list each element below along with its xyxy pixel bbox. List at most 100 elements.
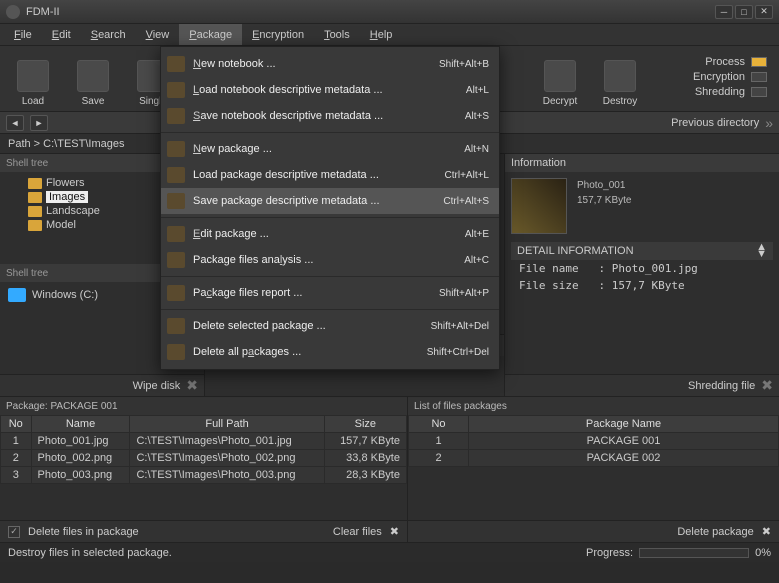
menu-search[interactable]: Search [81, 24, 136, 45]
close-button[interactable]: ✕ [755, 5, 773, 19]
col-header[interactable]: No [409, 416, 469, 433]
col-header[interactable]: Size [324, 416, 406, 433]
menu-view[interactable]: View [136, 24, 180, 45]
statusbar: Destroy files in selected package. Progr… [0, 542, 779, 562]
previous-directory-chevron-icon[interactable]: » [765, 115, 773, 131]
delete-files-checkbox[interactable]: ✓ [8, 526, 20, 538]
delete-package-label[interactable]: Delete package [677, 526, 753, 538]
menu-item[interactable]: New package ... Alt+N [161, 136, 499, 162]
menu-item-icon [167, 82, 185, 98]
clear-files-icon[interactable]: ✖ [390, 525, 399, 538]
bottom-tables: Package: PACKAGE 001 NoNameFull PathSize… [0, 396, 779, 542]
menu-item[interactable]: Save package descriptive metadata ...Ctr… [161, 188, 499, 214]
package-menu-dropdown: New notebook ... Shift+Alt+B Load notebook… [160, 46, 500, 370]
status-swatch-icon [751, 87, 767, 97]
col-header[interactable]: No [1, 416, 32, 433]
status-process: Process [705, 56, 767, 68]
Destroy-button[interactable]: Destroy [593, 51, 647, 107]
shredding-icon[interactable]: ✖ [761, 377, 773, 394]
folder-icon [28, 220, 42, 231]
menu-item-label: Package files analysis ... [193, 254, 456, 266]
package-list-panel: List of files packages NoPackage Name1PA… [408, 397, 779, 542]
col-header[interactable]: Name [31, 416, 130, 433]
titlebar: FDM-II ─ □ ✕ [0, 0, 779, 24]
maximize-button[interactable]: □ [735, 5, 753, 19]
menu-item-shortcut: Shift+Alt+Del [431, 321, 489, 332]
status-swatch-icon [751, 72, 767, 82]
delete-files-label[interactable]: Delete files in package [28, 526, 139, 538]
menu-edit[interactable]: Edit [42, 24, 81, 45]
Load-button[interactable]: Load [6, 51, 60, 107]
package-list-table: NoPackage Name1PACKAGE 0012PACKAGE 002 [408, 415, 779, 467]
drive-icon [8, 288, 26, 302]
menu-item-label: Save notebook descriptive metadata ... [193, 110, 457, 122]
Save-button[interactable]: Save [66, 51, 120, 107]
menu-item[interactable]: Edit package ...Alt+E [161, 221, 499, 247]
menu-item[interactable]: Load package descriptive metadata ...Ctr… [161, 162, 499, 188]
path-text: Path > C:\TEST\Images [8, 138, 124, 150]
package-list-strip: Delete package ✖ [408, 520, 779, 542]
wipe-disk-strip: Wipe disk ✖ [0, 374, 204, 396]
menu-item[interactable]: Save notebook descriptive metadata ... Al… [161, 103, 499, 129]
drive-label: Windows (C:) [32, 289, 98, 301]
table-row[interactable]: 3Photo_003.pngC:\TEST\Images\Photo_003.p… [1, 467, 407, 484]
menu-package[interactable]: Package [179, 24, 242, 45]
menu-item-label: New notebook ... [193, 58, 431, 70]
wipe-disk-icon[interactable]: ✖ [186, 377, 198, 394]
menu-encryption[interactable]: Encryption [242, 24, 314, 45]
menu-item-label: Load notebook descriptive metadata ... [193, 84, 458, 96]
menu-item-shortcut: Alt+S [465, 111, 489, 122]
table-row[interactable]: 2Photo_002.pngC:\TEST\Images\Photo_002.p… [1, 450, 407, 467]
package-list-title: List of files packages [408, 397, 779, 415]
Decrypt-icon [544, 60, 576, 92]
menu-item-shortcut: Alt+E [465, 229, 489, 240]
detail-scroll-icon[interactable]: ▲▼ [756, 244, 767, 258]
Destroy-icon [604, 60, 636, 92]
nav-forward-button[interactable]: ► [30, 115, 48, 131]
menu-item-icon [167, 318, 185, 334]
menu-help[interactable]: Help [360, 24, 403, 45]
Load-icon [17, 60, 49, 92]
Decrypt-button[interactable]: Decrypt [533, 51, 587, 107]
menu-item-icon [167, 56, 185, 72]
menu-item-icon [167, 285, 185, 301]
menu-item-shortcut: Alt+C [464, 255, 489, 266]
status-hint: Destroy files in selected package. [8, 547, 172, 559]
menu-tools[interactable]: Tools [314, 24, 360, 45]
shredding-strip: Shredding file ✖ [505, 374, 779, 396]
menu-item-icon [167, 141, 185, 157]
wipe-disk-label[interactable]: Wipe disk [133, 380, 181, 392]
app-logo-icon [6, 5, 20, 19]
package-title: Package: PACKAGE 001 [0, 397, 407, 415]
delete-package-icon[interactable]: ✖ [762, 525, 771, 538]
table-row[interactable]: 1PACKAGE 001 [409, 433, 779, 450]
previous-directory-label[interactable]: Previous directory [671, 117, 759, 129]
menu-item[interactable]: Delete all packages ...Shift+Ctrl+Del [161, 339, 499, 365]
menu-item[interactable]: Package files report ...Shift+Alt+P [161, 280, 499, 306]
clear-files-label[interactable]: Clear files [333, 526, 382, 538]
table-row[interactable]: 1Photo_001.jpgC:\TEST\Images\Photo_001.j… [1, 433, 407, 450]
col-header[interactable]: Package Name [469, 416, 779, 433]
folder-icon [28, 192, 42, 203]
package-strip: ✓ Delete files in package Clear files ✖ [0, 520, 407, 542]
minimize-button[interactable]: ─ [715, 5, 733, 19]
menu-item[interactable]: Load notebook descriptive metadata ...Al… [161, 77, 499, 103]
progress-value: 0% [755, 547, 771, 559]
menu-item-icon [167, 167, 185, 183]
shredding-label[interactable]: Shredding file [688, 380, 755, 392]
nav-back-button[interactable]: ◄ [6, 115, 24, 131]
progress-label: Progress: [586, 547, 633, 559]
table-row[interactable]: 2PACKAGE 002 [409, 450, 779, 467]
menu-item[interactable]: New notebook ... Shift+Alt+B [161, 51, 499, 77]
menu-item-label: Package files report ... [193, 287, 431, 299]
menu-item-shortcut: Shift+Alt+B [439, 59, 489, 70]
status-shredding: Shredding [695, 86, 767, 98]
col-header[interactable]: Full Path [130, 416, 324, 433]
menu-item-label: New package ... [193, 143, 456, 155]
menu-item[interactable]: Delete selected package ...Shift+Alt+Del [161, 313, 499, 339]
menu-item[interactable]: Package files analysis ... Alt+C [161, 247, 499, 273]
menu-file[interactable]: File [4, 24, 42, 45]
package-files-panel: Package: PACKAGE 001 NoNameFull PathSize… [0, 397, 408, 542]
menu-item-shortcut: Alt+N [464, 144, 489, 155]
folder-icon [28, 206, 42, 217]
